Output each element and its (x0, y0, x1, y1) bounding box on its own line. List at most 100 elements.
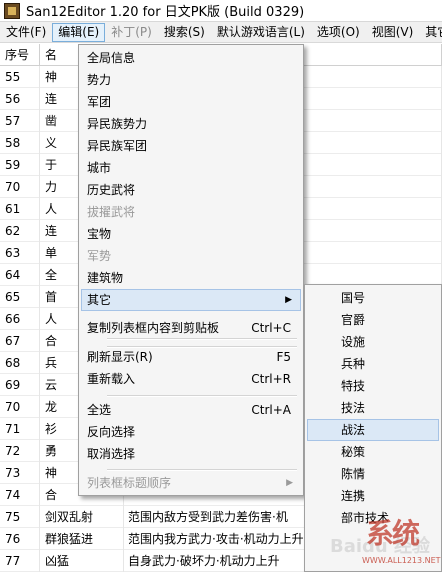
menu-bar: 文件(F) 编辑(E) 补丁(P) 搜索(S) 默认游戏语言(L) 选项(O) … (0, 22, 442, 43)
submenu-item-label: 特技 (341, 379, 366, 393)
menu-item-7[interactable]: 历史武将 (81, 179, 301, 201)
submenu-item-3[interactable]: 设施 (307, 331, 439, 353)
menu-item-copy-list-to-clipboard[interactable]: 复制列表框内容到剪贴板 Ctrl+C (81, 317, 301, 339)
menu-item-4[interactable]: 异民族势力 (81, 113, 301, 135)
menu-item-11[interactable]: 建筑物 (81, 267, 301, 289)
row-index: 75 (0, 506, 40, 528)
submenu-item-1[interactable]: 国号 (307, 287, 439, 309)
menu-item-label: 全选 (87, 403, 112, 417)
menu-item-3[interactable]: 军团 (81, 91, 301, 113)
menu-file[interactable]: 文件(F) (0, 23, 52, 42)
row-index: 76 (0, 528, 40, 550)
menu-item-invert-selection[interactable]: 反向选择 (81, 421, 301, 443)
menu-item-10[interactable]: 军势 (81, 245, 301, 267)
submenu-item-11[interactable]: 部市技术 (307, 507, 439, 529)
row-index: 55 (0, 66, 40, 88)
row-index: 59 (0, 154, 40, 176)
menu-item-label: 反向选择 (87, 425, 136, 439)
row-name: 凶猛 (40, 550, 124, 572)
row-name: 剑双乱射 (40, 506, 124, 528)
row-index: 67 (0, 330, 40, 352)
row-index: 56 (0, 88, 40, 110)
row-index: 65 (0, 286, 40, 308)
menu-item-label: 刷新显示(R) (87, 350, 153, 364)
menu-view[interactable]: 视图(V) (366, 23, 420, 42)
submenu-item-4[interactable]: 兵种 (307, 353, 439, 375)
menu-item-12[interactable]: 其它 ▶ (81, 289, 301, 311)
menu-item-label: 重新载入 (87, 372, 136, 386)
row-index: 68 (0, 352, 40, 374)
menu-item-reload[interactable]: 重新载入 Ctrl+R (81, 368, 301, 390)
row-index: 58 (0, 132, 40, 154)
row-index: 74 (0, 484, 40, 506)
row-name: 群狼猛进 (40, 528, 124, 550)
menu-item-label: 异民族军团 (87, 139, 148, 153)
row-index: 63 (0, 242, 40, 264)
submenu-item-label: 设施 (341, 335, 366, 349)
row-index: 57 (0, 110, 40, 132)
edit-menu-dropdown: 全局信息势力军团异民族势力异民族军团城市历史武将拔擢武将宝物军势建筑物其它 ▶ 复… (78, 44, 304, 496)
menu-options[interactable]: 选项(O) (311, 23, 366, 42)
menu-item-label: 宝物 (87, 227, 112, 241)
menu-item-8[interactable]: 拔擢武将 (81, 201, 301, 223)
menu-item-1[interactable]: 全局信息 (81, 47, 301, 69)
submenu-item-6[interactable]: 技法 (307, 397, 439, 419)
submenu-item-7[interactable]: 战法 (307, 419, 439, 441)
submenu-item-2[interactable]: 官爵 (307, 309, 439, 331)
title-bar: San12Editor 1.20 for 日文PK版 (Build 0329) (0, 0, 442, 22)
menu-item-refresh[interactable]: 刷新显示(R) F5 (81, 346, 301, 368)
row-index: 70 (0, 176, 40, 198)
menu-item-label: 军势 (87, 249, 112, 263)
menu-item-label: 列表框标题顺序 (87, 476, 172, 490)
menu-item-label: 取消选择 (87, 447, 136, 461)
submenu-item-label: 秘策 (341, 445, 366, 459)
menu-item-column-header-order[interactable]: 列表框标题顺序 ▶ (81, 472, 301, 494)
submenu-item-label: 官爵 (341, 313, 366, 327)
menu-item-label: 历史武将 (87, 183, 136, 197)
menu-search[interactable]: 搜索(S) (158, 23, 211, 42)
menu-patch[interactable]: 补丁(P) (105, 23, 158, 42)
row-index: 70 (0, 396, 40, 418)
submenu-item-label: 部市技术 (341, 511, 390, 525)
app-icon (4, 2, 20, 19)
menu-default-game-language[interactable]: 默认游戏语言(L) (211, 23, 311, 42)
submenu-item-label: 兵种 (341, 357, 366, 371)
menu-item-9[interactable]: 宝物 (81, 223, 301, 245)
row-index: 64 (0, 264, 40, 286)
submenu-item-label: 国号 (341, 291, 366, 305)
row-index: 77 (0, 550, 40, 572)
menu-item-2[interactable]: 势力 (81, 69, 301, 91)
menu-item-deselect[interactable]: 取消选择 (81, 443, 301, 465)
menu-item-label: 异民族势力 (87, 117, 148, 131)
menu-separator (107, 395, 297, 397)
submenu-item-9[interactable]: 陈情 (307, 463, 439, 485)
menu-item-label: 军团 (87, 95, 112, 109)
shortcut-text: Ctrl+C (251, 321, 291, 335)
row-index: 72 (0, 440, 40, 462)
menu-item-label: 建筑物 (87, 271, 124, 285)
menu-other[interactable]: 其它 (419, 23, 442, 42)
row-index: 73 (0, 462, 40, 484)
submenu-item-8[interactable]: 秘策 (307, 441, 439, 463)
submenu-item-label: 技法 (341, 401, 366, 415)
submenu-arrow-icon: ▶ (285, 295, 292, 305)
shortcut-text: Ctrl+R (251, 372, 291, 386)
submenu-arrow-icon: ▶ (286, 478, 293, 488)
submenu-item-10[interactable]: 连携 (307, 485, 439, 507)
menu-item-label: 全局信息 (87, 51, 136, 65)
row-index: 71 (0, 418, 40, 440)
menu-item-label: 势力 (87, 73, 112, 87)
submenu-item-5[interactable]: 特技 (307, 375, 439, 397)
menu-edit[interactable]: 编辑(E) (52, 22, 106, 42)
other-submenu: 国号官爵设施兵种特技技法战法秘策陈情连携部市技术 (304, 284, 442, 572)
submenu-item-label: 连携 (341, 489, 366, 503)
menu-item-5[interactable]: 异民族军团 (81, 135, 301, 157)
shortcut-text: F5 (276, 350, 291, 364)
row-index: 66 (0, 308, 40, 330)
shortcut-text: Ctrl+A (251, 403, 291, 417)
menu-item-select-all[interactable]: 全选 Ctrl+A (81, 399, 301, 421)
menu-item-6[interactable]: 城市 (81, 157, 301, 179)
column-header-index[interactable]: 序号 (0, 44, 40, 66)
menu-item-label: 其它 (87, 293, 112, 307)
menu-item-label: 城市 (87, 161, 112, 175)
